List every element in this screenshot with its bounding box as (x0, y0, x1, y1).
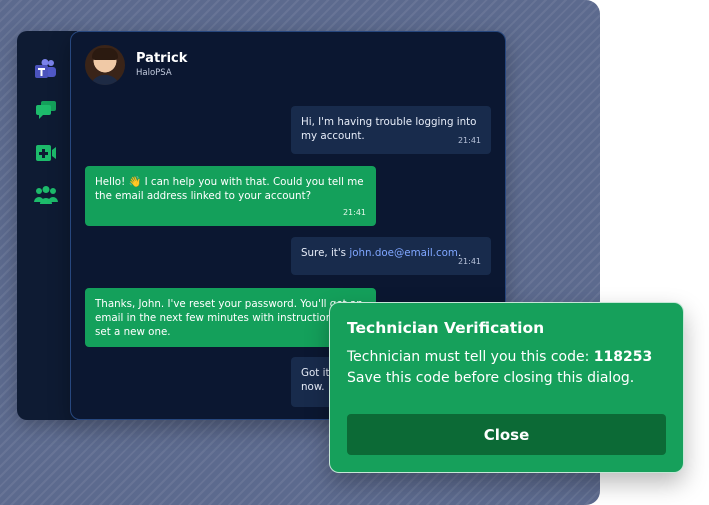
message-text: Hi, I'm having trouble logging into my a… (301, 116, 477, 142)
message-prefix: Sure, it's (301, 247, 350, 259)
dialog-code-line: Technician must tell you this code: 1182… (347, 349, 652, 365)
teams-icon[interactable] (34, 58, 58, 82)
message-bubble: Hello! 👋 I can help you with that. Could… (85, 166, 376, 226)
email-link[interactable]: john.doe@email.com (349, 247, 458, 259)
message-time: 21:41 (457, 257, 481, 266)
verification-code: 118253 (593, 349, 653, 365)
contact-name: Patrick (136, 51, 188, 66)
message-time: 21:41 (457, 136, 481, 145)
dialog-code-prefix: Technician must tell you this code: (347, 349, 594, 365)
message-bubble: Hi, I'm having trouble logging into my a… (291, 106, 491, 154)
contact-org: HaloPSA (136, 68, 172, 78)
verification-dialog: Technician Verification Technician must … (329, 302, 684, 473)
dialog-instruction: Save this code before closing this dialo… (347, 370, 635, 386)
close-button[interactable]: Close (347, 414, 666, 455)
video-icon[interactable] (34, 141, 58, 165)
avatar (85, 45, 125, 85)
message-text: Thanks, John. I've reset your password. … (95, 298, 363, 338)
app-sidebar (17, 31, 77, 420)
message-bubble: Sure, it's john.doe@email.com. 21:41 (291, 237, 491, 275)
chat-icon[interactable] (34, 98, 58, 122)
message-time: 21:41 (342, 208, 366, 217)
message-text: Hello! 👋 I can help you with that. Could… (95, 176, 364, 202)
dialog-title: Technician Verification (347, 319, 545, 337)
people-icon[interactable] (34, 183, 58, 207)
message-text: Got it now. (301, 367, 330, 393)
